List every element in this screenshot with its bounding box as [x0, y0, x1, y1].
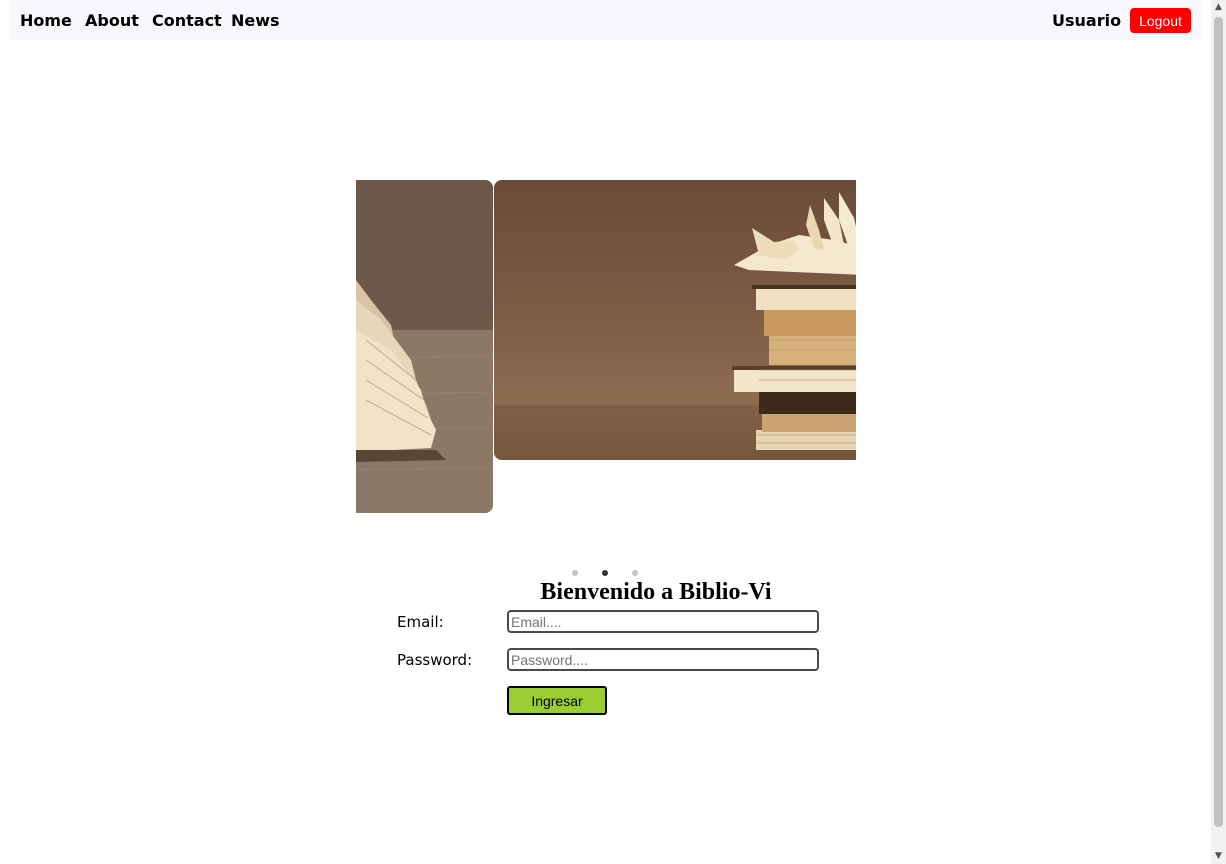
image-carousel[interactable]	[356, 180, 856, 515]
carousel-slide-previous	[356, 180, 493, 513]
nav-about-link[interactable]: About	[85, 11, 139, 31]
ingresar-button[interactable]: Ingresar	[507, 686, 607, 715]
password-label: Password:	[397, 651, 473, 669]
nav-contact-link[interactable]: Contact	[152, 11, 222, 31]
nav-home-link[interactable]: Home	[20, 11, 72, 31]
scroll-down-icon[interactable]: ▼	[1211, 849, 1226, 864]
password-input[interactable]	[507, 648, 819, 671]
carousel-indicators	[572, 570, 642, 576]
email-label: Email:	[397, 613, 444, 631]
scrollbar-thumb[interactable]	[1214, 17, 1223, 827]
book-stack-image	[494, 180, 856, 460]
scroll-up-icon[interactable]: ▲	[1211, 0, 1226, 15]
welcome-title: Bienvenido a Biblio-Vi	[540, 579, 772, 605]
carousel-dot-3[interactable]	[632, 570, 638, 576]
carousel-slide-active	[494, 180, 856, 460]
logout-button[interactable]: Logout	[1130, 8, 1191, 33]
nav-user-link[interactable]: Usuario	[1052, 11, 1121, 31]
page: Home About Contact News Usuario Logout B…	[0, 0, 1226, 864]
carousel-dot-1[interactable]	[572, 570, 578, 576]
fanned-book-image	[356, 180, 493, 513]
vertical-scrollbar[interactable]: ▲ ▼	[1211, 0, 1226, 864]
carousel-dot-2[interactable]	[602, 570, 608, 576]
navbar: Home About Contact News Usuario Logout	[10, 0, 1201, 40]
email-input[interactable]	[507, 610, 819, 633]
nav-news-link[interactable]: News	[231, 11, 280, 31]
